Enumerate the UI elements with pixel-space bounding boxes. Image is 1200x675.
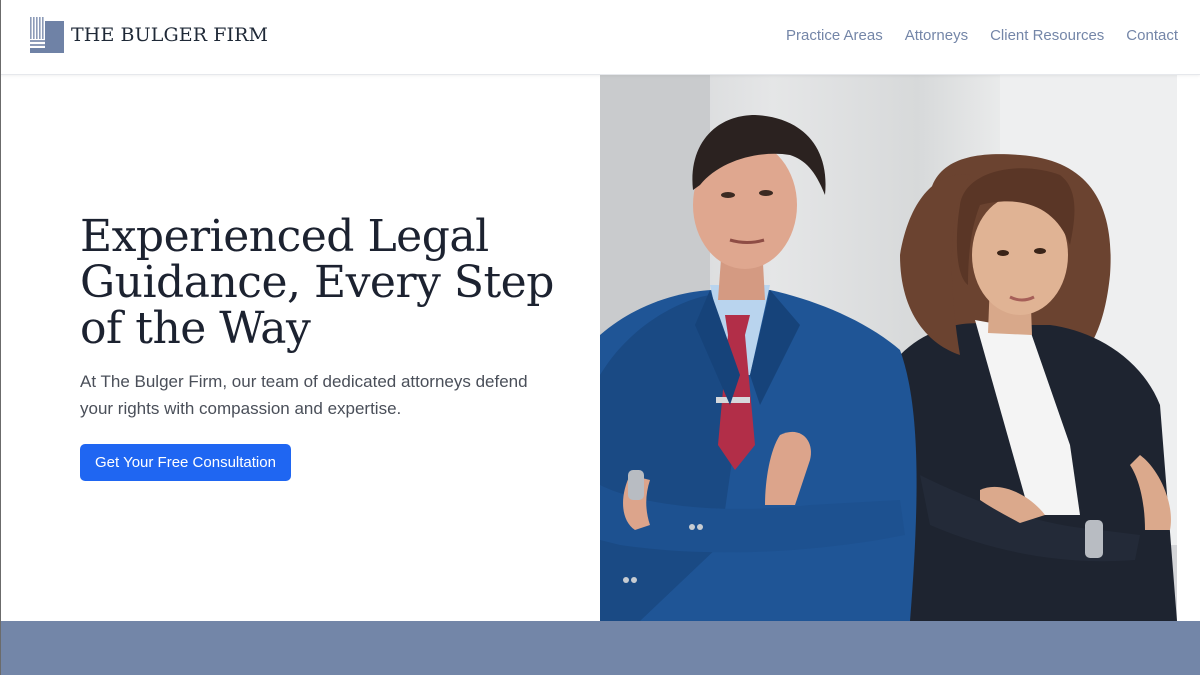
attorneys-illustration	[600, 75, 1177, 621]
hero-content: Experienced Legal Guidance, Every Step o…	[80, 214, 580, 481]
section-band	[0, 621, 1200, 675]
nav-attorneys[interactable]: Attorneys	[905, 27, 968, 44]
site-header: THE BULGER FIRM Practice Areas Attorneys…	[0, 0, 1200, 75]
columns-logo-icon	[30, 17, 64, 53]
attorneys-photo	[600, 75, 1177, 621]
hero-headline: Experienced Legal Guidance, Every Step o…	[80, 211, 554, 354]
nav-practice-areas[interactable]: Practice Areas	[786, 27, 883, 44]
free-consultation-button[interactable]: Get Your Free Consultation	[80, 444, 291, 481]
brand-name: THE BULGER FIRM	[71, 24, 269, 46]
main-nav: Practice Areas Attorneys Client Resource…	[786, 27, 1178, 44]
window-edge	[0, 0, 1, 675]
brand-logo[interactable]: THE BULGER FIRM	[30, 17, 268, 53]
nav-client-resources[interactable]: Client Resources	[990, 27, 1104, 44]
hero-subtext: At The Bulger Firm, our team of dedicate…	[80, 372, 528, 418]
nav-contact[interactable]: Contact	[1126, 27, 1178, 44]
